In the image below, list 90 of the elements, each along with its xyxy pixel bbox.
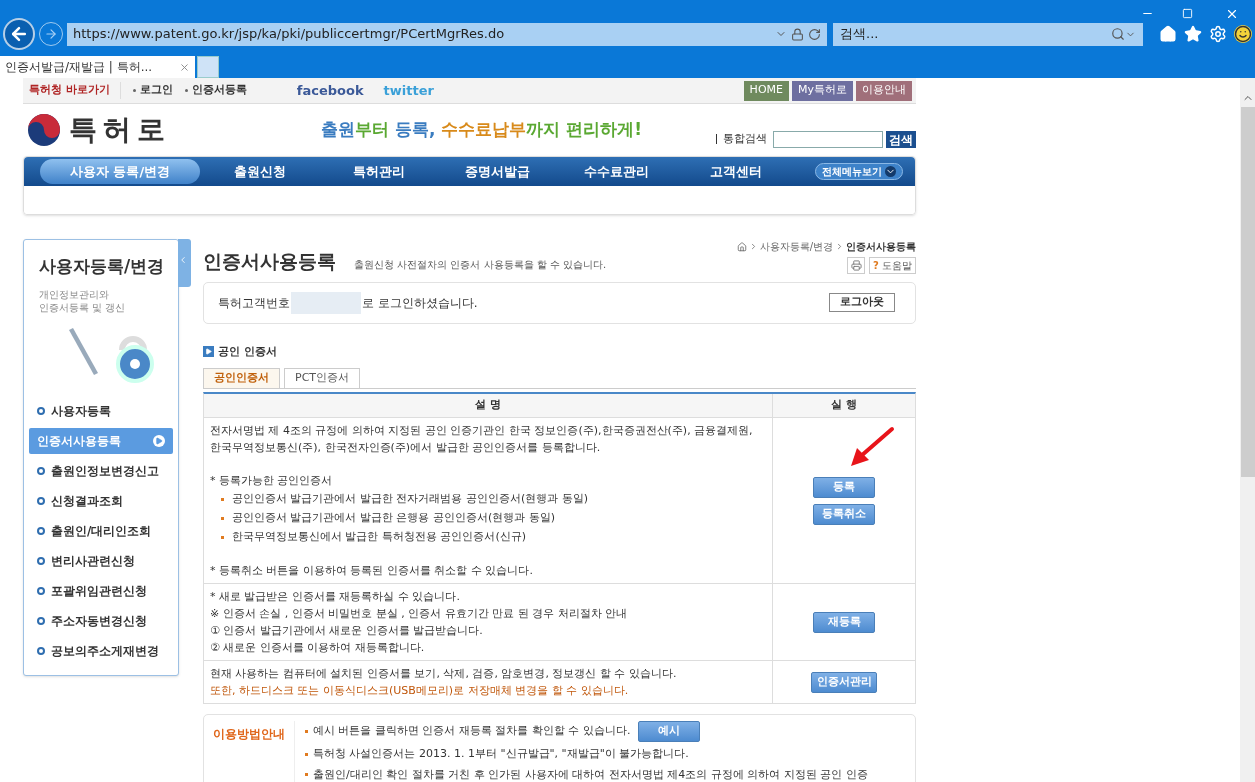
print-button[interactable] [847,257,865,274]
login-message: 로 로그인하셨습니다. [362,294,478,312]
chevron-left-icon [178,255,188,265]
home-icon[interactable] [736,241,747,252]
top-link[interactable]: 로그인 [139,82,173,99]
scrollbar[interactable] [1240,78,1255,782]
cert-tab[interactable]: PCT인증서 [284,368,361,388]
sidebar-item[interactable]: 출원인정보변경신고 [29,457,173,484]
guide-item: 출원인/대리인 확인 절차를 거친 후 인가된 사용자에 대하여 전자서명법 제4조의 규정에 의하여 지정된 공인 인증 [313,766,868,782]
search-label: 통합검색 [723,130,767,147]
bullet-icon [221,498,224,501]
bullet-icon [221,536,224,539]
top-menu-button[interactable]: 이용안내 [856,80,912,101]
page-description: 출원신청 사전절차의 인증서 사용등록을 할 수 있습니다. [354,258,607,272]
sidebar-item[interactable]: 사용자등록 [29,397,173,424]
bullet-icon [221,517,224,520]
play-icon [153,434,165,447]
logo-text: 특허로 [69,112,171,148]
description-text: ① 인증서 발급기관에서 새로운 인증서를 발급받습니다. [210,623,484,639]
logout-button[interactable]: 로그아웃 [829,293,895,312]
list-item: 공인인증서 발급기관에서 발급한 은행용 공인인증서(현행과 동일) [232,511,556,524]
breadcrumb-item[interactable]: 사용자등록/변경 [759,239,833,254]
bullet-icon [132,89,136,92]
lock-icon [791,27,804,41]
close-icon[interactable] [179,61,190,73]
sidebar-subtitle: 개인정보관리와 인증서등록 및 갱신 [38,287,127,314]
bullet-icon [305,730,308,733]
nav-item[interactable]: 증명서발급 [438,159,557,184]
feedback-icon[interactable] [1234,25,1252,43]
sidebar-item[interactable]: 주소자동변경신청 [29,607,173,634]
nav-item[interactable]: 특허관리 [319,159,438,184]
bullet-icon [305,773,308,777]
top-menu-button[interactable]: HOME [743,80,789,101]
page-title: 인증서사용등록 [203,249,336,274]
forward-arrow-icon [44,27,58,41]
sidebar-item[interactable]: 공보의주소게재변경 [29,637,173,664]
bullet-icon [305,752,308,756]
guide-item: 예시 버튼을 클릭하면 인증서 재등록 절차를 확인할 수 있습니다. [313,723,631,740]
description-text: 현재 사용하는 컴퓨터에 설치된 인증서를 보기, 삭제, 검증, 암호변경, 정보갱신 할 수 있습니다. [210,666,678,682]
maximize-icon[interactable] [1182,8,1193,19]
guide-item: 특허청 사설인증서는 2013. 1. 1부터 "신규발급", "재발급"이 불가능합니다. [313,746,689,762]
breadcrumb-item: 인증서사용등록 [846,240,916,254]
redacted-number [291,291,361,314]
section-icon [203,346,214,358]
sidebar-item[interactable]: 변리사관련신청 [29,547,173,574]
slogan: 출원부터 등록, 수수료납부까지 편리하게! [321,118,642,142]
settings-icon[interactable] [1209,25,1227,43]
description-text: 전자서명법 제 4조의 규정에 의하여 지정된 공인 인증기관인 한국 정보인증(주),한국증권전산(주), 금융결제원, 한국무역정보통신(주), 한국전자인증(주)에서 발급한 공인인증서를 등록합니다. [210,423,754,456]
nav-item[interactable]: 고객센터 [676,159,795,184]
favorites-icon[interactable] [1184,25,1202,43]
column-header: 실 행 [830,397,858,414]
description-text: ※ 인증서 손실 , 인증서 비밀번호 분실 , 인증서 유효기간 만료 된 경우 처리절차 안내 [210,606,629,622]
cert-tab[interactable]: 공인인증서 [203,368,280,388]
back-arrow-icon [9,24,29,44]
description-text: * 새로 발급받은 인증서를 재등록하실 수 있습니다. [210,589,461,605]
all-menu-button[interactable]: 전체메뉴보기 [815,163,903,180]
nav-item[interactable]: 수수료관리 [557,159,676,184]
sidebar-title: 사용자등록/변경 [38,255,166,278]
notice-text: 또한, 하드디스크 또는 이동식디스크(USB메모리)로 저장매체 변경을 할 수 있습니다. [210,683,630,699]
logo-icon [27,113,61,147]
guide-title: 이용방법안내 [212,726,286,743]
top-menu-button[interactable]: My특허로 [792,80,853,101]
description-text: * 등록취소 버튼을 이용하여 등록된 인증서를 취소할 수 있습니다. [210,563,534,579]
description-text: ② 새로운 인증서를 이용하여 재등록합니다. [210,640,426,656]
top-link[interactable]: 인증서등록 [191,82,247,99]
social-link[interactable]: facebook [296,80,364,101]
section-title: 공인 인증서 [218,343,277,360]
list-item: 한국무역정보통신에서 발급한 특허청전용 공인인증서(신규) [232,530,527,543]
search-button[interactable]: 검색 [886,130,916,148]
help-button[interactable]: ? 도움말 [869,257,916,274]
column-header: 설 명 [204,394,773,417]
close-icon[interactable] [1225,7,1239,21]
chevron-right-icon [835,242,844,251]
login-label: 특허고객번호 [218,294,290,312]
bullet-icon [184,89,188,92]
refresh-icon[interactable] [808,27,821,41]
list-item: 공인인증서 발급기관에서 발급한 전자거래범용 공인인증서(현행과 동일) [232,492,589,505]
sidebar-item[interactable]: 출원인/대리인조회 [29,517,173,544]
search-icon[interactable] [1111,27,1125,41]
chevron-down-icon [885,166,896,177]
shortcut-link[interactable]: 특허청 바로가기 [23,82,121,99]
back-button[interactable] [3,18,35,50]
sidebar-item[interactable]: 포괄위임관련신청 [29,577,173,604]
browser-tab[interactable]: 인증서발급/재발급 | 특허... [0,56,195,78]
search-field[interactable]: 검색... [833,22,1143,46]
address-field[interactable]: https://www.patent.go.kr/jsp/ka/pki/publiccertmgr/PCertMgrRes.do [67,22,827,46]
site-search-field[interactable] [773,130,883,148]
description-text: * 등록가능한 공인인증서 [210,473,334,489]
sidebar-item[interactable]: 신청결과조회 [29,487,173,514]
nav-item[interactable]: 출원신청 [200,159,319,184]
